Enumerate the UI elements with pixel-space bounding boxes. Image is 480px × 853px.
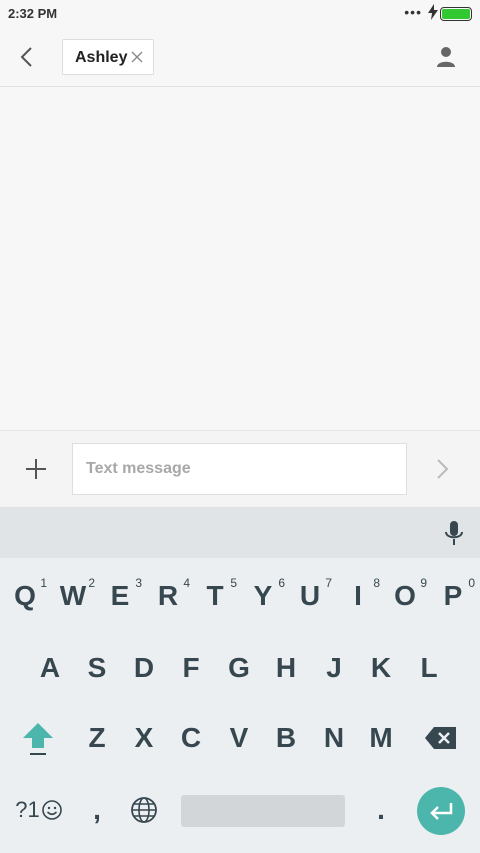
composer-bar bbox=[0, 430, 480, 508]
status-bar: 2:32 PM ••• bbox=[0, 0, 480, 28]
key-h[interactable]: H bbox=[262, 640, 310, 696]
add-attachment-icon[interactable] bbox=[22, 455, 50, 483]
conversation-header: Ashley bbox=[0, 28, 480, 87]
key-d[interactable]: D bbox=[120, 640, 168, 696]
key-n[interactable]: N bbox=[310, 710, 358, 766]
backspace-icon bbox=[425, 727, 456, 749]
enter-key[interactable] bbox=[417, 787, 465, 835]
key-i[interactable]: I8 bbox=[334, 568, 382, 624]
more-notifications-icon: ••• bbox=[404, 4, 422, 20]
emoji-icon bbox=[41, 800, 62, 820]
key-g[interactable]: G bbox=[215, 640, 263, 696]
key-v[interactable]: V bbox=[215, 710, 263, 766]
key-j[interactable]: J bbox=[310, 640, 358, 696]
keyboard-suggestion-strip bbox=[0, 507, 480, 558]
key-t[interactable]: T5 bbox=[191, 568, 239, 624]
backspace-key[interactable] bbox=[417, 710, 465, 766]
key-x[interactable]: X bbox=[120, 710, 168, 766]
key-r[interactable]: R4 bbox=[144, 568, 192, 624]
key-b[interactable]: B bbox=[262, 710, 310, 766]
key-c[interactable]: C bbox=[167, 710, 215, 766]
message-thread bbox=[0, 87, 480, 430]
key-k[interactable]: K bbox=[357, 640, 405, 696]
key-s[interactable]: S bbox=[73, 640, 121, 696]
symbols-key[interactable]: ?1 bbox=[12, 782, 66, 838]
microphone-icon[interactable] bbox=[442, 519, 466, 547]
key-e[interactable]: E3 bbox=[96, 568, 144, 624]
key-a[interactable]: A bbox=[26, 640, 74, 696]
enter-arrow-icon bbox=[430, 803, 453, 820]
charging-icon bbox=[428, 4, 438, 20]
battery-icon bbox=[440, 7, 472, 21]
back-arrow-icon[interactable] bbox=[12, 42, 42, 72]
key-m[interactable]: M bbox=[357, 710, 405, 766]
key-o[interactable]: O9 bbox=[381, 568, 429, 624]
globe-icon bbox=[131, 797, 157, 823]
key-y[interactable]: Y6 bbox=[239, 568, 287, 624]
key-p[interactable]: P0 bbox=[429, 568, 477, 624]
key-u[interactable]: U7 bbox=[286, 568, 334, 624]
key-w[interactable]: W2 bbox=[49, 568, 97, 624]
keyboard: Q1 W2 E3 R4 T5 Y6 U7 I8 O9 P0 A S D F G … bbox=[0, 558, 480, 853]
status-time: 2:32 PM bbox=[8, 6, 58, 21]
space-key[interactable] bbox=[181, 795, 345, 827]
key-q[interactable]: Q1 bbox=[1, 568, 49, 624]
language-key[interactable] bbox=[120, 782, 168, 838]
message-input[interactable] bbox=[72, 443, 407, 495]
shift-key[interactable] bbox=[14, 710, 62, 766]
key-f[interactable]: F bbox=[167, 640, 215, 696]
send-icon[interactable] bbox=[430, 457, 454, 481]
key-z[interactable]: Z bbox=[73, 710, 121, 766]
recipient-chip[interactable]: Ashley bbox=[62, 39, 154, 75]
key-l[interactable]: L bbox=[405, 640, 453, 696]
recipient-name: Ashley bbox=[75, 49, 128, 66]
period-key[interactable]: . bbox=[357, 782, 405, 838]
comma-key[interactable]: , bbox=[73, 782, 121, 838]
contact-icon[interactable] bbox=[434, 45, 458, 69]
shift-arrow-icon bbox=[23, 723, 53, 755]
remove-recipient-icon[interactable] bbox=[130, 50, 144, 64]
